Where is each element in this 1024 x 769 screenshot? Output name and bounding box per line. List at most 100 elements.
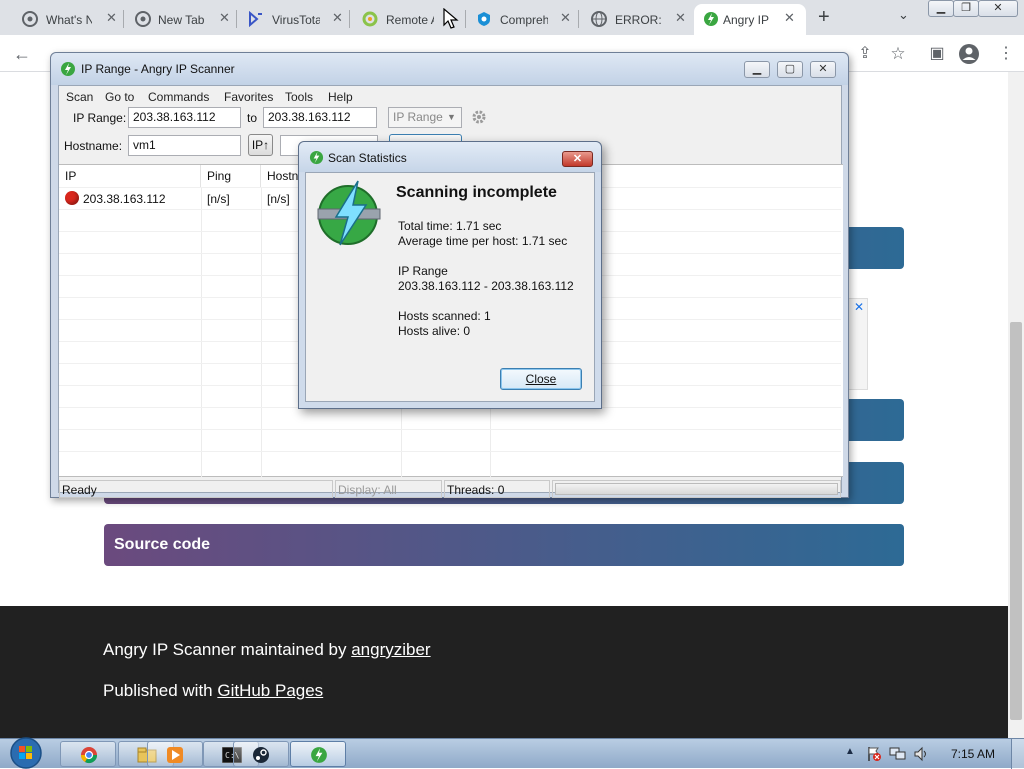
- to-label: to: [247, 111, 258, 125]
- page-footer: Angry IP Scanner maintained by angryzibe…: [0, 606, 1008, 738]
- minimize-window-button[interactable]: ▁: [928, 0, 954, 17]
- ip-range-heading: IP Range: [398, 264, 448, 278]
- chrome-icon: [135, 11, 151, 27]
- feeder-select[interactable]: IP Range ▼: [388, 107, 462, 128]
- minimize-window-button[interactable]: ▁: [744, 61, 770, 78]
- media-player-icon: [167, 747, 183, 763]
- globe-icon: [591, 11, 607, 27]
- dialog-title: Scan Statistics: [328, 151, 407, 165]
- browser-menu-icon[interactable]: ⋮: [995, 43, 1017, 65]
- close-icon[interactable]: ✕: [106, 10, 117, 26]
- total-time-text: Total time: 1.71 sec: [398, 219, 502, 233]
- tab-label: Compreh: [500, 12, 548, 27]
- tab-search-icon[interactable]: ⌄: [898, 7, 909, 23]
- share-icon[interactable]: ⇪: [854, 43, 876, 65]
- footer-maintainer: Angry IP Scanner maintained by angryzibe…: [103, 640, 431, 660]
- browser-tab[interactable]: Compreh ✕: [476, 4, 576, 35]
- tab-divider: [578, 10, 579, 28]
- close-icon[interactable]: ✕: [560, 10, 571, 26]
- virustotal-icon: [249, 11, 262, 27]
- tab-divider: [123, 10, 124, 28]
- maximize-window-button[interactable]: ▢: [777, 61, 803, 78]
- network-icon[interactable]: [889, 746, 907, 762]
- tab-label: Angry IP: [723, 12, 770, 27]
- menu-favorites[interactable]: Favorites: [224, 90, 273, 104]
- cell-hostname: [n/s]: [267, 192, 290, 206]
- angry-ip-icon: [61, 62, 75, 76]
- chevron-down-icon: ▼: [447, 112, 456, 122]
- browser-tab[interactable]: What's N ✕: [22, 4, 122, 35]
- close-button[interactable]: Close: [500, 368, 582, 390]
- close-icon[interactable]: ✕: [219, 10, 230, 26]
- hostname-input[interactable]: vm1: [128, 135, 241, 156]
- menu-help[interactable]: Help: [328, 90, 353, 104]
- taskbar-chrome[interactable]: [60, 741, 116, 767]
- action-center-flag-icon[interactable]: [866, 746, 882, 762]
- window-title: IP Range - Angry IP Scanner: [81, 62, 235, 76]
- browser-tab-active[interactable]: Angry IP ✕: [694, 4, 806, 35]
- show-hidden-icons-icon[interactable]: ▲: [845, 746, 855, 757]
- footer-text: Angry IP Scanner maintained by: [103, 640, 352, 659]
- page-scrollbar-thumb[interactable]: [1010, 322, 1022, 720]
- column-header-ip[interactable]: IP: [59, 165, 201, 187]
- average-time-text: Average time per host: 1.71 sec: [398, 234, 568, 248]
- close-icon[interactable]: ✕: [784, 10, 795, 26]
- steam-icon: [253, 747, 269, 763]
- menu-tools[interactable]: Tools: [285, 90, 313, 104]
- menu-commands[interactable]: Commands: [148, 90, 209, 104]
- new-tab-button[interactable]: +: [818, 6, 830, 29]
- profile-avatar-icon[interactable]: [958, 43, 980, 65]
- cell-ping: [n/s]: [207, 192, 230, 206]
- dialog-titlebar[interactable]: Scan Statistics ✕: [299, 142, 601, 172]
- hostname-label: Hostname:: [64, 139, 123, 153]
- close-window-button[interactable]: ✕: [978, 0, 1018, 17]
- row-divider: [59, 429, 841, 430]
- row-divider: [59, 451, 841, 452]
- menu-scan[interactable]: Scan: [66, 90, 93, 104]
- taskbar-angry-ip[interactable]: [290, 741, 346, 767]
- volume-icon[interactable]: [913, 746, 931, 762]
- menu-goto[interactable]: Go to: [105, 90, 134, 104]
- start-button-icon[interactable]: [8, 737, 44, 769]
- browser-tab[interactable]: New Tab ✕: [135, 4, 235, 35]
- angry-ip-icon: [311, 747, 327, 763]
- close-icon[interactable]: ✕: [332, 10, 343, 26]
- tab-label: Remote A: [386, 12, 434, 27]
- taskbar-media-player[interactable]: [147, 741, 203, 767]
- column-header-ping[interactable]: Ping: [201, 165, 261, 187]
- gear-icon[interactable]: [470, 108, 488, 126]
- taskbar-steam[interactable]: [233, 741, 289, 767]
- footer-text: Published with: [103, 681, 218, 700]
- side-panel-icon[interactable]: ▣: [926, 43, 948, 65]
- close-window-button[interactable]: ✕: [810, 61, 836, 78]
- tab-label: What's N: [46, 12, 92, 27]
- back-arrow-icon[interactable]: ←: [11, 43, 33, 65]
- maintainer-link[interactable]: angryziber: [351, 640, 430, 659]
- source-code-bar[interactable]: Source code: [104, 524, 904, 566]
- hosts-scanned-text: Hosts scanned: 1: [398, 309, 491, 323]
- ip-up-button[interactable]: IP↑: [248, 134, 273, 156]
- close-icon[interactable]: ✕: [675, 10, 686, 26]
- chrome-icon: [22, 11, 38, 27]
- ad-close-icon[interactable]: ✕: [851, 299, 867, 315]
- tab-divider: [465, 10, 466, 28]
- github-pages-link[interactable]: GitHub Pages: [217, 681, 323, 700]
- status-threads: Threads: 0: [444, 480, 550, 498]
- status-display: Display: All: [335, 480, 442, 498]
- hosts-alive-text: Hosts alive: 0: [398, 324, 471, 338]
- angry-ip-icon: [704, 12, 718, 26]
- chrome-icon: [80, 747, 98, 764]
- window-titlebar[interactable]: IP Range - Angry IP Scanner ▁ ▢ ✕: [51, 53, 848, 85]
- browser-tab[interactable]: ERROR: T ✕: [591, 4, 691, 35]
- dialog-close-icon[interactable]: ✕: [562, 151, 593, 167]
- restore-window-button[interactable]: ❐: [953, 0, 979, 17]
- cell-ip: 203.38.163.112: [83, 192, 166, 206]
- ip-range-end-input[interactable]: 203.38.163.112: [263, 107, 377, 128]
- browser-tab[interactable]: VirusTota ✕: [248, 4, 348, 35]
- bookmark-star-icon[interactable]: ☆: [887, 43, 909, 65]
- scan-status-heading: Scanning incomplete: [396, 184, 557, 201]
- ip-range-start-input[interactable]: 203.38.163.112: [128, 107, 241, 128]
- show-desktop-button[interactable]: [1011, 739, 1024, 769]
- system-clock: 7:15 AM: [951, 747, 996, 761]
- dialog-client: Scanning incomplete Total time: 1.71 sec…: [305, 172, 595, 402]
